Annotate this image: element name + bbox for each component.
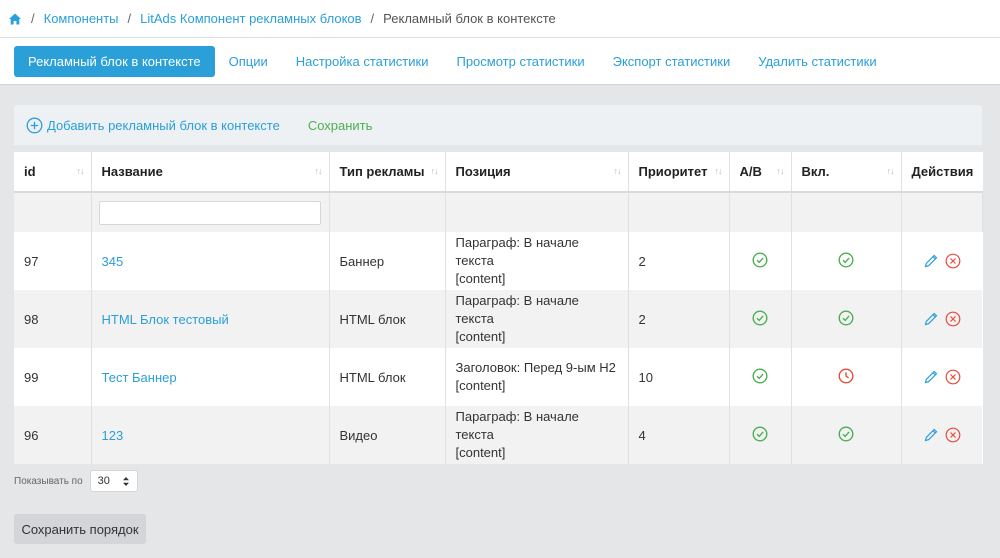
tab-stats-delete[interactable]: Удалить статистики <box>744 46 890 77</box>
page-size-control: Показывать по 30 <box>14 470 138 492</box>
cell-id: 99 <box>14 348 92 406</box>
table-header-row: id ↑↓ Название ↑↓ Тип рекламы ↑↓ Позиция ↑↓ … <box>14 152 982 193</box>
column-header-id[interactable]: id ↑↓ <box>14 152 92 193</box>
cell-actions <box>901 290 982 348</box>
breadcrumb-link-litads[interactable]: LitAds Компонент рекламных блоков <box>140 11 361 26</box>
cell-enabled <box>791 348 902 406</box>
sort-icon: ↑↓ <box>613 166 622 176</box>
cell-name-link[interactable]: 345 <box>91 232 330 290</box>
check-circle-icon[interactable] <box>838 425 854 442</box>
cell-type: HTML блок <box>329 348 446 406</box>
check-circle-icon[interactable] <box>752 425 768 442</box>
cell-position: Параграф: В начале текста [content] <box>445 232 629 290</box>
add-ad-block-button[interactable]: Добавить рекламный блок в контексте <box>26 117 280 134</box>
cell-actions <box>901 406 982 464</box>
table-row: 98 HTML Блок тестовый HTML блок Параграф… <box>14 290 982 348</box>
cell-ab <box>729 348 792 406</box>
tab-options[interactable]: Опции <box>215 46 282 77</box>
cell-position: Параграф: В начале текста [content] <box>445 406 629 464</box>
column-header-name[interactable]: Название ↑↓ <box>91 152 330 193</box>
table-row: 96 123 Видео Параграф: В начале текста [c… <box>14 406 982 464</box>
cell-priority: 10 <box>628 348 730 406</box>
sort-icon: ↑↓ <box>776 166 785 176</box>
name-filter-input[interactable] <box>98 200 321 225</box>
ad-blocks-table: id ↑↓ Название ↑↓ Тип рекламы ↑↓ Позиция ↑↓ … <box>14 152 983 464</box>
sort-icon: ↑↓ <box>714 166 723 176</box>
tab-stats-settings[interactable]: Настройка статистики <box>282 46 443 77</box>
cell-priority: 2 <box>628 232 730 290</box>
sort-icon: ↑↓ <box>430 166 439 176</box>
breadcrumb-link-components[interactable]: Компоненты <box>44 11 119 26</box>
plus-circle-icon <box>26 117 43 133</box>
home-icon[interactable] <box>8 12 22 26</box>
cell-id: 98 <box>14 290 92 348</box>
cell-ab <box>729 232 792 290</box>
add-ad-block-label: Добавить рекламный блок в контексте <box>47 117 280 133</box>
sort-icon: ↑↓ <box>886 166 895 176</box>
column-header-priority[interactable]: Приоритет ↑↓ <box>628 152 730 193</box>
cell-name-link[interactable]: HTML Блок тестовый <box>91 290 330 348</box>
column-header-enabled[interactable]: Вкл. ↑↓ <box>791 152 902 193</box>
edit-pencil-icon[interactable] <box>923 253 939 269</box>
ad-blocks-panel: Добавить рекламный блок в контексте Сохр… <box>14 105 983 464</box>
column-header-actions: Действия <box>901 152 982 193</box>
breadcrumb-current: Рекламный блок в контексте <box>383 11 556 26</box>
breadcrumb-separator: / <box>127 11 132 26</box>
tab-bar: Рекламный блок в контексте Опции Настрой… <box>0 38 1000 85</box>
cell-enabled <box>791 406 902 464</box>
sort-icon: ↑↓ <box>76 166 85 176</box>
tab-context-ad-block[interactable]: Рекламный блок в контексте <box>14 45 215 77</box>
check-circle-icon[interactable] <box>752 251 768 268</box>
save-button[interactable]: Сохранить <box>308 118 373 133</box>
breadcrumb-separator: / <box>370 11 375 26</box>
check-circle-icon[interactable] <box>838 251 854 268</box>
cell-ab <box>729 290 792 348</box>
breadcrumb: / Компоненты / LitAds Компонент рекламны… <box>0 0 1000 38</box>
cell-priority: 4 <box>628 406 730 464</box>
tab-stats-export[interactable]: Экспорт статистики <box>599 46 745 77</box>
cell-name-link[interactable]: Тест Баннер <box>91 348 330 406</box>
edit-pencil-icon[interactable] <box>923 311 939 327</box>
cell-priority: 2 <box>628 290 730 348</box>
clock-icon[interactable] <box>838 367 854 384</box>
breadcrumb-separator: / <box>31 11 35 26</box>
tab-stats-view[interactable]: Просмотр статистики <box>442 46 598 77</box>
sort-arrows-icon <box>122 476 129 486</box>
cell-id: 96 <box>14 406 92 464</box>
cell-type: Баннер <box>329 232 446 290</box>
cell-name-link[interactable]: 123 <box>91 406 330 464</box>
cell-enabled <box>791 290 902 348</box>
check-circle-icon[interactable] <box>752 367 768 384</box>
cell-actions <box>901 348 982 406</box>
cell-enabled <box>791 232 902 290</box>
column-header-ab[interactable]: A/B ↑↓ <box>729 152 792 193</box>
cell-position: Заголовок: Перед 9-ым H2 [content] <box>445 348 629 406</box>
table-row: 97 345 Баннер Параграф: В начале текста[… <box>14 232 982 290</box>
delete-circle-icon[interactable] <box>945 369 961 385</box>
check-circle-icon[interactable] <box>838 309 854 326</box>
edit-pencil-icon[interactable] <box>923 369 939 385</box>
cell-position: Параграф: В начале текста [content] <box>445 290 629 348</box>
cell-type: HTML блок <box>329 290 446 348</box>
sort-icon: ↑↓ <box>314 166 323 176</box>
page-size-value: 30 <box>97 475 110 487</box>
page-size-select[interactable]: 30 <box>89 470 138 492</box>
delete-circle-icon[interactable] <box>945 427 961 443</box>
cell-type: Видео <box>329 406 446 464</box>
cell-id: 97 <box>14 232 92 290</box>
cell-actions <box>901 232 982 290</box>
edit-pencil-icon[interactable] <box>923 427 939 443</box>
page-size-label: Показывать по <box>14 475 83 487</box>
column-header-position[interactable]: Позиция ↑↓ <box>445 152 629 193</box>
table-row: 99 Тест Баннер HTML блок Заголовок: Пере… <box>14 348 982 406</box>
toolbar: Добавить рекламный блок в контексте Сохр… <box>14 105 982 145</box>
filter-row <box>14 192 983 232</box>
delete-circle-icon[interactable] <box>945 253 961 269</box>
cell-ab <box>729 406 792 464</box>
delete-circle-icon[interactable] <box>945 311 961 327</box>
save-order-button[interactable]: Сохранить порядок <box>14 514 146 544</box>
check-circle-icon[interactable] <box>752 309 768 326</box>
column-header-type[interactable]: Тип рекламы ↑↓ <box>329 152 446 193</box>
